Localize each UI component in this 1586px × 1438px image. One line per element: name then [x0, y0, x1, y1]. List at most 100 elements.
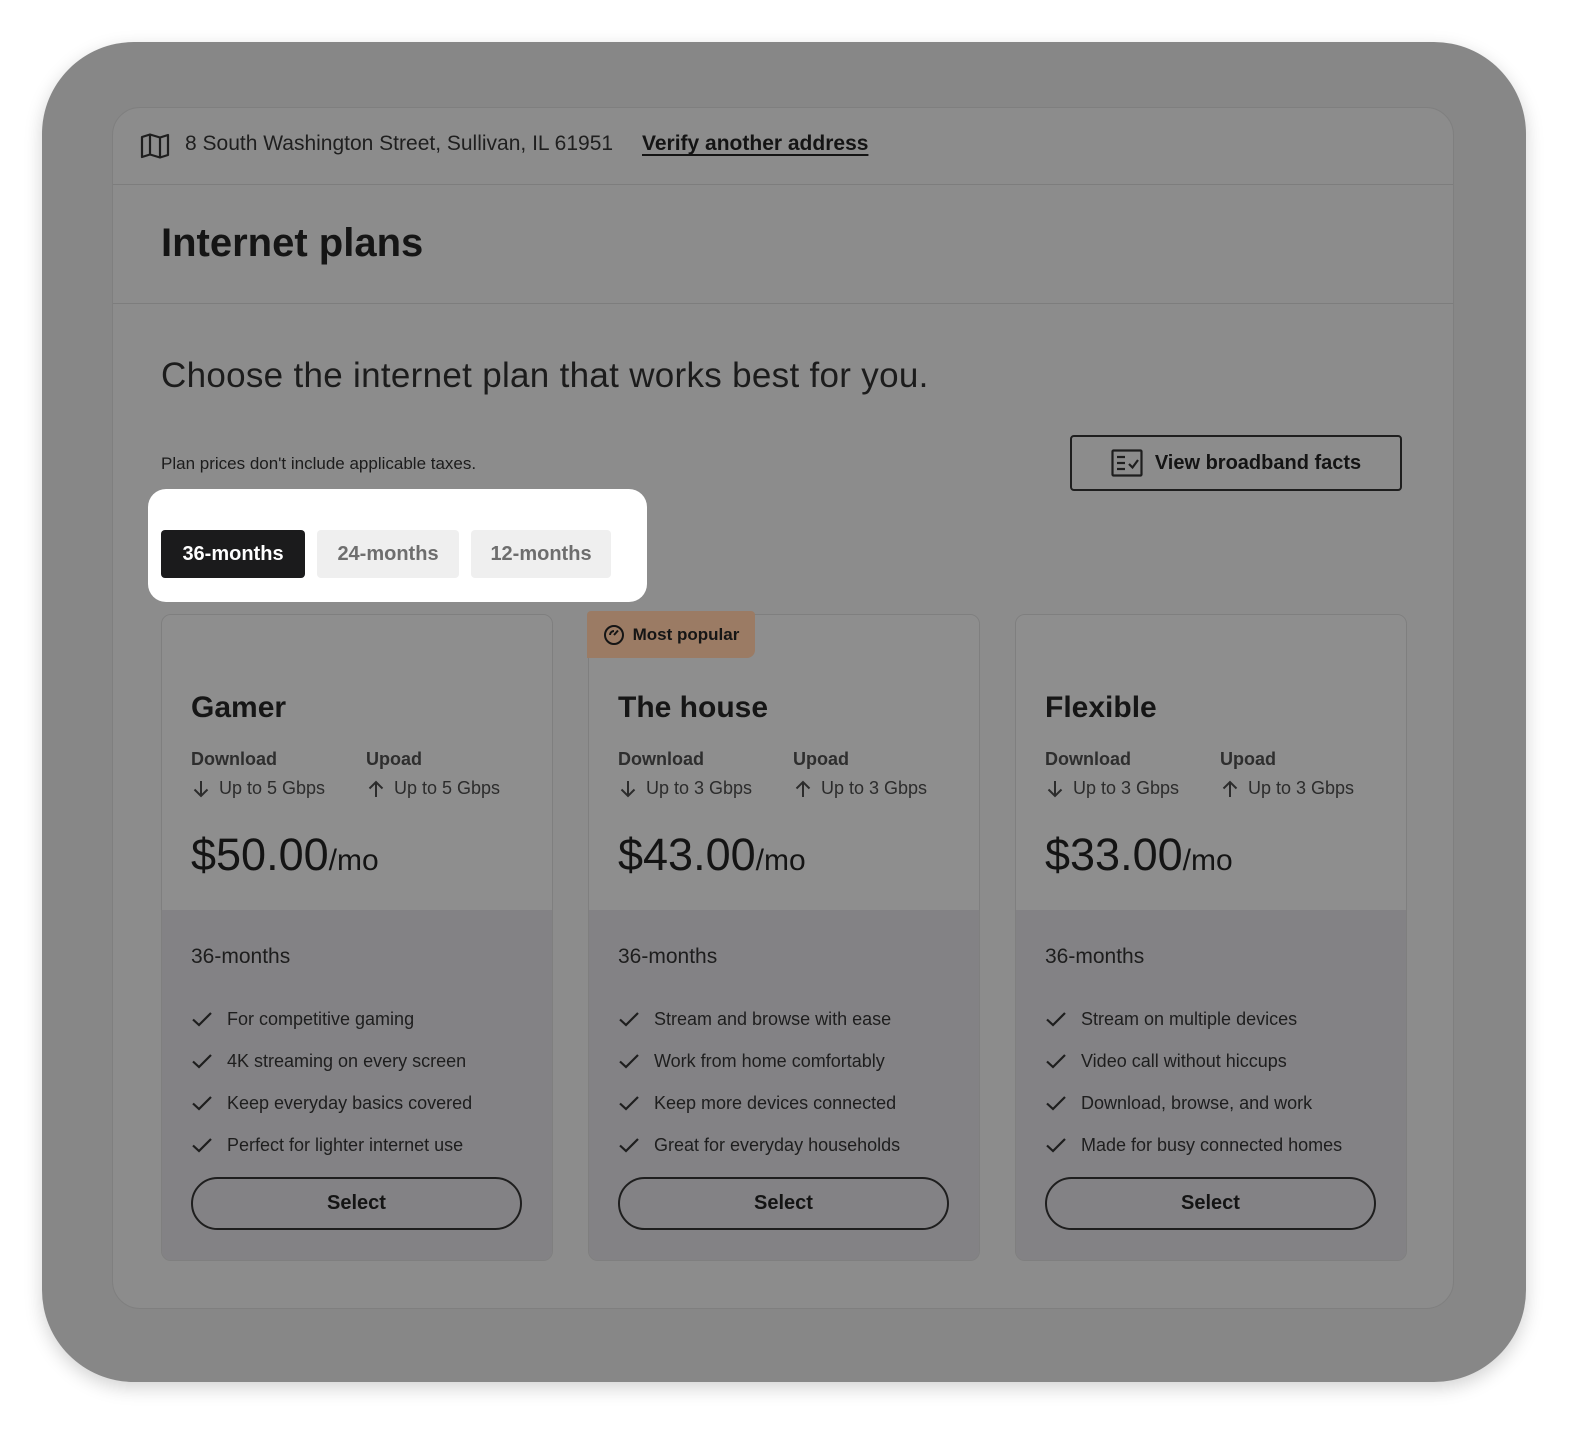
check-icon	[1046, 1138, 1066, 1153]
upload-speed: Up to 3 Gbps	[1220, 778, 1354, 799]
tab-36-months[interactable]: 36-months	[161, 530, 305, 578]
list-item: Keep everyday basics covered	[191, 1082, 472, 1124]
gauge-icon	[603, 624, 624, 645]
download-speed-value: Up to 3 Gbps	[1073, 778, 1180, 798]
price-amount: $50.00	[191, 829, 329, 880]
upload-label: Upoad	[793, 749, 849, 769]
feature-list: Stream on multiple devices Video call wi…	[1045, 998, 1342, 1166]
price-period: /mo	[328, 844, 379, 877]
check-icon	[619, 1012, 639, 1027]
most-popular-label: Most popular	[632, 624, 740, 644]
feature-text: Stream on multiple devices	[1081, 1008, 1298, 1029]
feature-text: Made for busy connected homes	[1081, 1134, 1343, 1155]
upload-label: Upoad	[1220, 749, 1276, 769]
upload-speed-value: Up to 3 Gbps	[1248, 778, 1355, 798]
broadband-button-label: View broadband facts	[1154, 451, 1362, 474]
list-item: Made for busy connected homes	[1045, 1124, 1342, 1166]
page-subtitle: Choose the internet plan that works best…	[161, 356, 929, 395]
upload-speed-value: Up to 3 Gbps	[821, 778, 928, 798]
arrow-up-icon	[1222, 780, 1238, 797]
check-icon	[1046, 1012, 1066, 1027]
checklist-icon	[1111, 449, 1143, 477]
plans-panel: 8 South Washington Street, Sullivan, IL …	[112, 107, 1454, 1309]
feature-text: Keep more devices connected	[654, 1092, 897, 1113]
tab-12-months[interactable]: 12-months	[471, 530, 611, 578]
check-icon	[192, 1012, 212, 1027]
feature-list: For competitive gaming 4K streaming on e…	[191, 998, 472, 1166]
device-frame: 8 South Washington Street, Sullivan, IL …	[42, 42, 1526, 1382]
plan-price: $43.00/mo	[618, 829, 806, 881]
feature-text: For competitive gaming	[227, 1008, 415, 1029]
most-popular-badge: Most popular	[587, 611, 755, 658]
feature-text: Work from home comfortably	[654, 1050, 885, 1071]
download-speed: Up to 5 Gbps	[191, 778, 325, 799]
view-broadband-facts-button[interactable]: View broadband facts	[1070, 435, 1402, 491]
plan-card-header: Gamer Download Upoad Up to 5 Gbps Up to …	[162, 615, 552, 910]
feature-text: Video call without hiccups	[1081, 1050, 1287, 1071]
download-speed-value: Up to 3 Gbps	[646, 778, 753, 798]
price-amount: $33.00	[1045, 829, 1183, 880]
check-icon	[619, 1138, 639, 1153]
plan-card-gamer: Gamer Download Upoad Up to 5 Gbps Up to …	[161, 614, 553, 1261]
check-icon	[619, 1096, 639, 1111]
plan-term: 36-months	[191, 945, 291, 968]
download-label: Download	[1045, 749, 1131, 769]
feature-list: Stream and browse with ease Work from ho…	[618, 998, 900, 1166]
arrow-down-icon	[1047, 780, 1063, 797]
plan-price: $50.00/mo	[191, 829, 379, 881]
address-text: 8 South Washington Street, Sullivan, IL …	[185, 132, 614, 155]
verify-address-link[interactable]: Verify another address	[642, 132, 868, 156]
plan-term: 36-months	[1045, 945, 1145, 968]
plan-price: $33.00/mo	[1045, 829, 1233, 881]
map-icon	[140, 133, 170, 159]
select-flexible-button[interactable]: Select	[1045, 1177, 1376, 1230]
tax-note: Plan prices don't include applicable tax…	[161, 454, 477, 473]
list-item: Stream and browse with ease	[618, 998, 900, 1040]
arrow-up-icon	[368, 780, 384, 797]
check-icon	[1046, 1096, 1066, 1111]
plan-card-header: The house Download Upoad Up to 3 Gbps Up…	[589, 615, 979, 910]
download-speed-value: Up to 5 Gbps	[219, 778, 326, 798]
upload-speed: Up to 5 Gbps	[366, 778, 500, 799]
feature-text: Great for everyday households	[654, 1134, 901, 1155]
check-icon	[192, 1054, 212, 1069]
upload-label: Upoad	[366, 749, 422, 769]
download-speed: Up to 3 Gbps	[618, 778, 752, 799]
feature-text: Perfect for lighter internet use	[227, 1134, 464, 1155]
page-title: Internet plans	[161, 221, 424, 265]
arrow-up-icon	[795, 780, 811, 797]
list-item: For competitive gaming	[191, 998, 472, 1040]
download-speed: Up to 3 Gbps	[1045, 778, 1179, 799]
list-item: Download, browse, and work	[1045, 1082, 1342, 1124]
plan-name: Flexible	[1045, 691, 1157, 724]
upload-speed: Up to 3 Gbps	[793, 778, 927, 799]
list-item: Great for everyday households	[618, 1124, 900, 1166]
upload-speed-value: Up to 5 Gbps	[394, 778, 501, 798]
feature-text: Download, browse, and work	[1081, 1092, 1313, 1113]
select-gamer-button[interactable]: Select	[191, 1177, 522, 1230]
address-bar: 8 South Washington Street, Sullivan, IL …	[113, 108, 1453, 185]
list-item: Keep more devices connected	[618, 1082, 900, 1124]
plan-name: The house	[618, 691, 769, 724]
list-item: Video call without hiccups	[1045, 1040, 1342, 1082]
plan-card-header: Flexible Download Upoad Up to 3 Gbps Up …	[1016, 615, 1406, 910]
tab-24-months[interactable]: 24-months	[317, 530, 459, 578]
arrow-down-icon	[620, 780, 636, 797]
plan-card-the-house: The house Download Upoad Up to 3 Gbps Up…	[588, 614, 980, 1261]
list-item: Work from home comfortably	[618, 1040, 900, 1082]
select-the-house-button[interactable]: Select	[618, 1177, 949, 1230]
check-icon	[192, 1138, 212, 1153]
feature-text: Keep everyday basics covered	[227, 1092, 473, 1113]
list-item: 4K streaming on every screen	[191, 1040, 472, 1082]
check-icon	[1046, 1054, 1066, 1069]
download-label: Download	[618, 749, 704, 769]
arrow-down-icon	[193, 780, 209, 797]
plan-card-flexible: Flexible Download Upoad Up to 3 Gbps Up …	[1015, 614, 1407, 1261]
price-period: /mo	[1182, 844, 1233, 877]
feature-text: Stream and browse with ease	[654, 1008, 892, 1029]
price-amount: $43.00	[618, 829, 756, 880]
list-item: Perfect for lighter internet use	[191, 1124, 472, 1166]
feature-text: 4K streaming on every screen	[227, 1050, 467, 1071]
list-item: Stream on multiple devices	[1045, 998, 1342, 1040]
plan-name: Gamer	[191, 691, 287, 724]
